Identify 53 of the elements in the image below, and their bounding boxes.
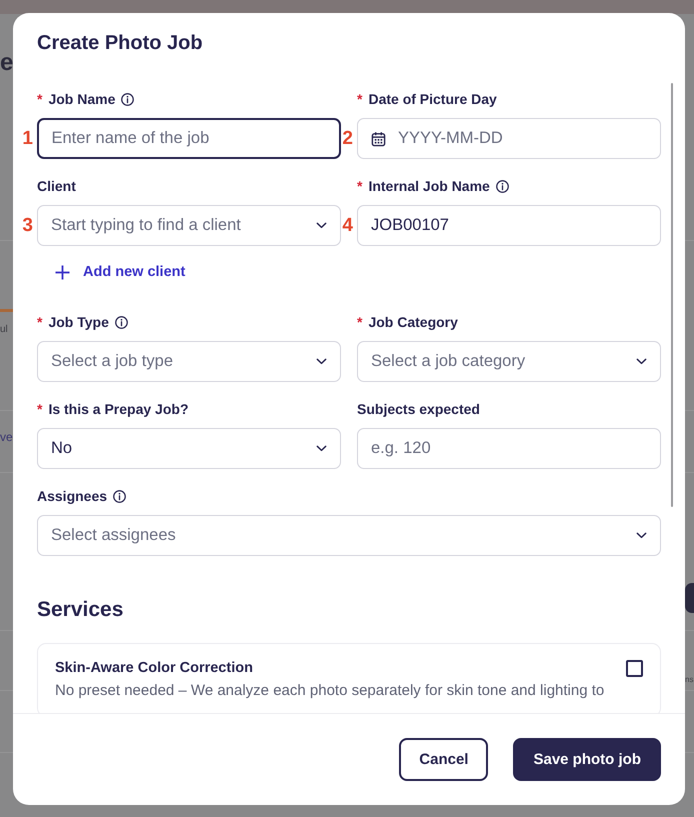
required-asterisk: *: [37, 314, 42, 330]
annotation-number: 2: [342, 128, 353, 150]
chevron-down-icon: [316, 222, 327, 229]
field-label: Is this a Prepay Job?: [48, 401, 189, 417]
page-date-text: ul: [0, 324, 8, 336]
chevron-down-icon: [636, 532, 647, 539]
checkbox[interactable]: [626, 660, 643, 676]
info-icon[interactable]: [496, 180, 509, 192]
chevron-down-icon: [316, 445, 327, 452]
text-input[interactable]: Enter name of the job: [37, 118, 341, 159]
info-icon[interactable]: [113, 490, 126, 502]
save-button[interactable]: Save photo job: [513, 738, 661, 781]
required-asterisk: *: [357, 178, 362, 194]
calendar-icon: [371, 130, 386, 146]
required-asterisk: *: [37, 401, 42, 417]
field-label: Subjects expected: [357, 401, 480, 417]
info-icon[interactable]: [114, 316, 128, 328]
field-label: Assignees: [37, 488, 108, 504]
field-label: Internal Job Name: [368, 178, 490, 194]
required-asterisk: *: [357, 91, 362, 107]
plus-icon: [55, 264, 70, 280]
annotation-number: 1: [22, 128, 33, 150]
scrollbar-thumb[interactable]: [670, 83, 673, 507]
chevron-down-icon: [636, 358, 647, 365]
required-asterisk: *: [357, 314, 362, 330]
select-dropdown[interactable]: Select a job type: [37, 341, 341, 382]
date-input[interactable]: YYYY-MM-DD: [357, 118, 661, 159]
field-label: Job Type: [48, 314, 109, 330]
service-title: Skin-Aware Color Correction: [55, 659, 253, 678]
select-dropdown[interactable]: No: [37, 428, 341, 469]
section-heading: Services: [37, 597, 124, 623]
accent-bar: [0, 309, 13, 312]
search-combobox[interactable]: Start typing to find a client: [37, 205, 341, 246]
service-description: No preset needed – We analyze each photo separately for skin tone and lighting to: [55, 682, 606, 700]
required-asterisk: *: [37, 91, 42, 107]
annotation-number: 4: [342, 214, 353, 236]
field-label: Job Category: [368, 314, 458, 330]
field-label: Client: [37, 178, 76, 194]
page-column-text: ns: [685, 674, 694, 686]
page-heading-text: e: [0, 48, 14, 78]
page-link-text: ve: [0, 429, 13, 445]
cancel-button[interactable]: Cancel: [399, 738, 488, 781]
field-label: Date of Picture Day: [368, 91, 497, 107]
chevron-down-icon: [316, 358, 327, 365]
select-dropdown[interactable]: Select a job category: [357, 341, 661, 382]
text-input[interactable]: JOB00107: [357, 205, 661, 246]
dialog-title: Create Photo Job: [37, 31, 204, 56]
select-dropdown[interactable]: Select assignees: [37, 515, 661, 556]
number-input[interactable]: e.g. 120: [357, 428, 661, 469]
field-label: Job Name: [48, 91, 116, 107]
add-client-link[interactable]: Add new client: [55, 262, 186, 282]
info-icon[interactable]: [121, 92, 134, 106]
annotation-number: 3: [22, 214, 33, 236]
